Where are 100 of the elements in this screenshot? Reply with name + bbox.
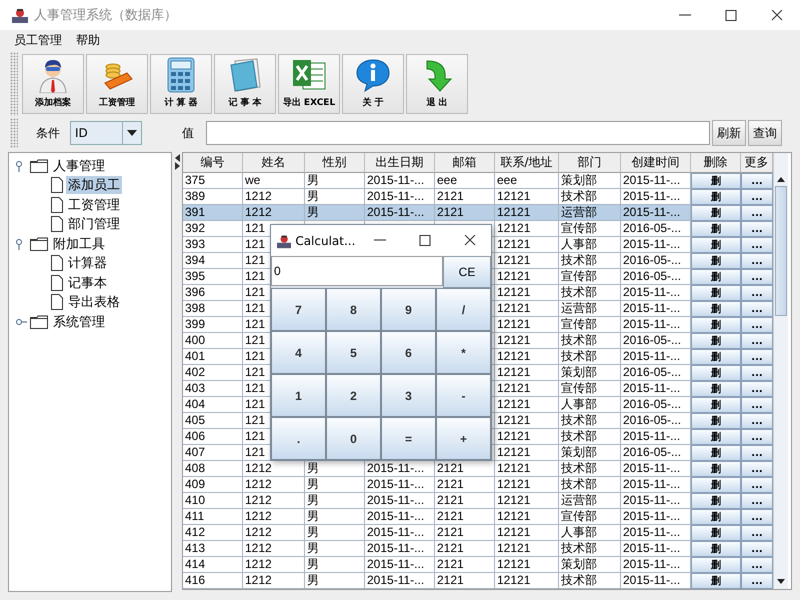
- delete-button[interactable]: 删: [691, 509, 741, 525]
- close-icon[interactable]: [771, 10, 783, 20]
- more-button[interactable]: ...: [741, 461, 773, 477]
- search-bar-button[interactable]: 刷新: [712, 120, 746, 146]
- column-header[interactable]: 性别: [305, 153, 365, 173]
- delete-button[interactable]: 删: [691, 237, 741, 253]
- delete-button[interactable]: 删: [691, 461, 741, 477]
- more-button[interactable]: ...: [741, 509, 773, 525]
- scrollbar-thumb[interactable]: [775, 186, 787, 316]
- collapse-left-icon[interactable]: [174, 154, 180, 162]
- calculator-display[interactable]: 0: [271, 256, 443, 286]
- toolbar-grip[interactable]: [10, 118, 18, 148]
- calculator-key[interactable]: +: [436, 417, 491, 460]
- more-button[interactable]: ...: [741, 429, 773, 445]
- search-bar-button[interactable]: 查询: [748, 120, 782, 146]
- more-button[interactable]: ...: [741, 189, 773, 205]
- calculator-key[interactable]: *: [436, 331, 491, 374]
- calculator-key[interactable]: 9: [381, 288, 436, 331]
- tree-item[interactable]: 记事本: [66, 274, 109, 292]
- delete-button[interactable]: 删: [691, 285, 741, 301]
- calculator-key[interactable]: 1: [271, 374, 326, 417]
- tree-item[interactable]: 添加员工: [66, 176, 122, 194]
- calculator-key[interactable]: 5: [326, 331, 381, 374]
- toolbar-button[interactable]: 关 于: [342, 54, 404, 114]
- toolbar-button[interactable]: 添加档案: [22, 54, 84, 114]
- more-button[interactable]: ...: [741, 301, 773, 317]
- column-header[interactable]: 编号: [183, 153, 243, 173]
- calculator-key[interactable]: 6: [381, 331, 436, 374]
- column-header[interactable]: 部门: [559, 153, 621, 173]
- toolbar-button[interactable]: 记 事 本: [214, 54, 276, 114]
- calculator-key[interactable]: 2: [326, 374, 381, 417]
- calculator-key[interactable]: 3: [381, 374, 436, 417]
- delete-button[interactable]: 删: [691, 317, 741, 333]
- delete-button[interactable]: 删: [691, 189, 741, 205]
- toolbar-grip[interactable]: [10, 52, 18, 116]
- delete-button[interactable]: 删: [691, 413, 741, 429]
- calculator-key[interactable]: 0: [326, 417, 381, 460]
- scrollbar[interactable]: [773, 153, 788, 589]
- scroll-down-icon[interactable]: [777, 579, 785, 584]
- more-button[interactable]: ...: [741, 285, 773, 301]
- more-button[interactable]: ...: [741, 413, 773, 429]
- column-header[interactable]: 邮箱: [435, 153, 495, 173]
- more-button[interactable]: ...: [741, 397, 773, 413]
- scroll-up-icon[interactable]: [777, 177, 785, 182]
- menu-item[interactable]: 员工管理: [14, 32, 62, 48]
- delete-button[interactable]: 删: [691, 557, 741, 573]
- delete-button[interactable]: 删: [691, 573, 741, 589]
- delete-button[interactable]: 删: [691, 349, 741, 365]
- toolbar-button[interactable]: 退 出: [406, 54, 468, 114]
- column-header[interactable]: 联系/地址: [495, 153, 559, 173]
- more-button[interactable]: ...: [741, 477, 773, 493]
- delete-button[interactable]: 删: [691, 221, 741, 237]
- tree-item[interactable]: 导出表格: [66, 293, 122, 312]
- delete-button[interactable]: 删: [691, 397, 741, 413]
- tree-item[interactable]: 系统管理: [51, 312, 107, 331]
- toolbar-button[interactable]: 工资管理: [86, 54, 148, 114]
- delete-button[interactable]: 删: [691, 253, 741, 269]
- tree-item[interactable]: 工资管理: [66, 196, 122, 214]
- more-button[interactable]: ...: [741, 525, 773, 541]
- column-header[interactable]: 出生日期: [365, 153, 435, 173]
- more-button[interactable]: ...: [741, 205, 773, 221]
- calculator-key[interactable]: 8: [326, 288, 381, 331]
- more-button[interactable]: ...: [741, 317, 773, 333]
- maximize-icon[interactable]: [419, 235, 432, 246]
- calculator-key[interactable]: -: [436, 374, 491, 417]
- delete-button[interactable]: 删: [691, 477, 741, 493]
- more-button[interactable]: ...: [741, 573, 773, 589]
- delete-button[interactable]: 删: [691, 445, 741, 461]
- more-button[interactable]: ...: [741, 541, 773, 557]
- more-button[interactable]: ...: [741, 349, 773, 365]
- delete-button[interactable]: 删: [691, 541, 741, 557]
- more-button[interactable]: ...: [741, 269, 773, 285]
- calculator-key[interactable]: 4: [271, 331, 326, 374]
- calculator-key[interactable]: =: [381, 417, 436, 460]
- delete-button[interactable]: 删: [691, 173, 741, 189]
- column-header[interactable]: 创建时间: [621, 153, 691, 173]
- calculator-key[interactable]: /: [436, 288, 491, 331]
- more-button[interactable]: ...: [741, 333, 773, 349]
- column-header[interactable]: 更多: [741, 153, 773, 173]
- calculator-key[interactable]: 7: [271, 288, 326, 331]
- tree-item[interactable]: 部门管理: [66, 215, 122, 234]
- calculator-key[interactable]: .: [271, 417, 326, 460]
- delete-button[interactable]: 删: [691, 333, 741, 349]
- more-button[interactable]: ...: [741, 365, 773, 381]
- delete-button[interactable]: 删: [691, 381, 741, 397]
- delete-button[interactable]: 删: [691, 493, 741, 509]
- more-button[interactable]: ...: [741, 221, 773, 237]
- tree-item[interactable]: 附加工具: [51, 234, 107, 253]
- more-button[interactable]: ...: [741, 381, 773, 397]
- close-icon[interactable]: [464, 235, 476, 246]
- value-field[interactable]: [206, 121, 710, 145]
- tree-item[interactable]: 计算器: [66, 254, 109, 272]
- toolbar-button[interactable]: 导出 EXCEL: [278, 54, 340, 114]
- more-button[interactable]: ...: [741, 493, 773, 509]
- column-header[interactable]: 姓名: [243, 153, 305, 173]
- expand-right-icon[interactable]: [174, 162, 180, 170]
- condition-dropdown[interactable]: ID: [70, 121, 142, 145]
- more-button[interactable]: ...: [741, 445, 773, 461]
- delete-button[interactable]: 删: [691, 301, 741, 317]
- maximize-icon[interactable]: [725, 10, 737, 20]
